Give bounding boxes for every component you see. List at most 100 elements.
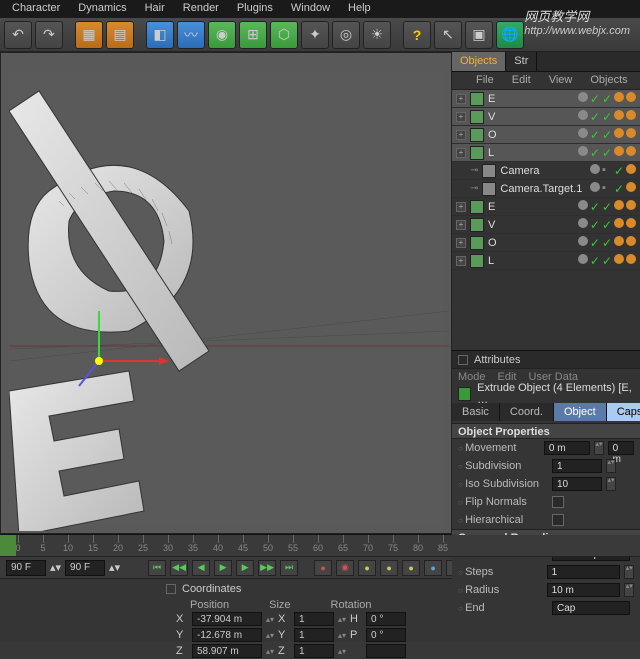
spinner[interactable]: ▴▾ (624, 583, 634, 597)
menu-dynamics[interactable]: Dynamics (70, 0, 134, 18)
frame-end[interactable]: 90 F (65, 560, 105, 576)
camera-tool[interactable]: ◎ (332, 21, 360, 49)
subdiv-value[interactable]: 1 (552, 459, 602, 473)
attributes-panel: Attributes Mode Edit User Data Extrude O… (452, 350, 640, 640)
tab-basic[interactable]: Basic (452, 403, 500, 421)
tab-objects[interactable]: Objects (452, 52, 506, 71)
expand-icon[interactable]: + (456, 202, 466, 212)
object-row[interactable]: ⊸Camera▪✓ (452, 162, 640, 180)
record[interactable]: ● (314, 560, 332, 576)
hier-checkbox[interactable] (552, 514, 564, 526)
object-row[interactable]: ⊸Camera.Target.1▪✓ (452, 180, 640, 198)
watermark: 网页教学网 http://www.webjx.com (524, 6, 630, 37)
lbl-flip: Flip Normals (458, 496, 548, 508)
frame-start[interactable]: 90 F (6, 560, 46, 576)
viewport[interactable] (0, 52, 452, 534)
object-row[interactable]: +O✓✓ (452, 126, 640, 144)
spline-tool[interactable]: 〰 (177, 21, 205, 49)
help-button[interactable]: ? (403, 21, 431, 49)
deform-tool[interactable]: ⬡ (270, 21, 298, 49)
object-name: L (488, 147, 574, 159)
redo-button[interactable]: ↷ (35, 21, 63, 49)
col-rotation: Rotation (331, 599, 372, 611)
object-row[interactable]: +E✓✓ (452, 198, 640, 216)
object-row[interactable]: +L✓✓ (452, 252, 640, 270)
key-param[interactable]: ● (424, 560, 442, 576)
expand-icon[interactable]: + (456, 256, 466, 266)
spinner[interactable]: ▴▾ (624, 565, 634, 579)
steps-value[interactable]: 1 (547, 565, 621, 579)
object-row[interactable]: +V✓✓ (452, 108, 640, 126)
expand-icon[interactable]: + (456, 112, 466, 122)
spinner[interactable]: ▴▾ (606, 477, 616, 491)
expand-icon[interactable]: + (456, 238, 466, 248)
next-frame[interactable]: ▶▶ (258, 560, 276, 576)
panel-toggle-icon[interactable] (166, 584, 176, 594)
env-tool[interactable]: ✦ (301, 21, 329, 49)
om-view[interactable]: View (541, 72, 581, 89)
prev-frame[interactable]: ◀ (192, 560, 210, 576)
lbl-iso: Iso Subdivision (458, 478, 548, 490)
coords-title: Coordinates (182, 583, 241, 595)
expand-icon[interactable]: + (456, 220, 466, 230)
cursor-tool[interactable]: ↖ (434, 21, 462, 49)
menu-render[interactable]: Render (175, 0, 227, 18)
tool-2[interactable]: ▤ (106, 21, 134, 49)
lbl-end: End (458, 602, 548, 614)
flip-checkbox[interactable] (552, 496, 564, 508)
step-back[interactable]: ◀◀ (170, 560, 188, 576)
om-edit[interactable]: Edit (504, 72, 539, 89)
menu-hair[interactable]: Hair (137, 0, 173, 18)
movement-y[interactable]: 0 m (608, 441, 634, 455)
tab-structure[interactable]: Str (506, 52, 537, 71)
object-row[interactable]: +V✓✓ (452, 216, 640, 234)
play-fwd[interactable]: ▶ (236, 560, 254, 576)
object-name: V (488, 219, 574, 231)
lbl-hier: Hierarchical (458, 514, 548, 526)
autokey[interactable]: ◉ (336, 560, 354, 576)
expand-icon[interactable]: + (456, 130, 466, 140)
tab-caps[interactable]: Caps (607, 403, 640, 421)
key-pos[interactable]: ● (358, 560, 376, 576)
goto-start[interactable]: ⏮ (148, 560, 166, 576)
menu-plugins[interactable]: Plugins (229, 0, 281, 18)
menu-help[interactable]: Help (340, 0, 379, 18)
tab-coord[interactable]: Coord. (500, 403, 554, 421)
spinner[interactable]: ▴▾ (50, 561, 61, 574)
object-row[interactable]: +E✓✓ (452, 90, 640, 108)
menu-character[interactable]: Character (4, 0, 68, 18)
tool-1[interactable]: ▦ (75, 21, 103, 49)
end-value[interactable]: Cap (552, 601, 630, 615)
object-row[interactable]: +O✓✓ (452, 234, 640, 252)
menu-window[interactable]: Window (283, 0, 338, 18)
playhead[interactable] (0, 535, 16, 556)
cube-tool[interactable]: ◧ (146, 21, 174, 49)
spinner[interactable]: ▴▾ (109, 561, 120, 574)
movement-x[interactable]: 0 m (544, 441, 590, 455)
key-scale[interactable]: ● (380, 560, 398, 576)
spinner[interactable]: ▴▾ (594, 441, 603, 455)
object-row[interactable]: +L✓✓ (452, 144, 640, 162)
timeline[interactable]: 0510152025303540455055606570758085 (0, 535, 640, 557)
render-view[interactable]: ▣ (465, 21, 493, 49)
play-back[interactable]: ▶ (214, 560, 232, 576)
nurbs-tool[interactable]: ◉ (208, 21, 236, 49)
undo-button[interactable]: ↶ (4, 21, 32, 49)
om-objects[interactable]: Objects (582, 72, 635, 89)
tab-object[interactable]: Object (554, 403, 607, 421)
col-position: Position (190, 599, 229, 611)
om-file[interactable]: File (468, 72, 502, 89)
panel-toggle-icon[interactable] (458, 355, 468, 365)
attr-title: Attributes (474, 354, 520, 366)
object-name: V (488, 111, 574, 123)
expand-icon[interactable]: + (456, 148, 466, 158)
render-settings[interactable]: 🌐 (496, 21, 524, 49)
light-tool[interactable]: ☀ (363, 21, 391, 49)
expand-icon[interactable]: + (456, 94, 466, 104)
goto-end[interactable]: ⏭ (280, 560, 298, 576)
spinner[interactable]: ▴▾ (606, 459, 616, 473)
array-tool[interactable]: ⊞ (239, 21, 267, 49)
key-rot[interactable]: ● (402, 560, 420, 576)
radius-value[interactable]: 10 m (547, 583, 621, 597)
iso-value[interactable]: 10 (552, 477, 602, 491)
